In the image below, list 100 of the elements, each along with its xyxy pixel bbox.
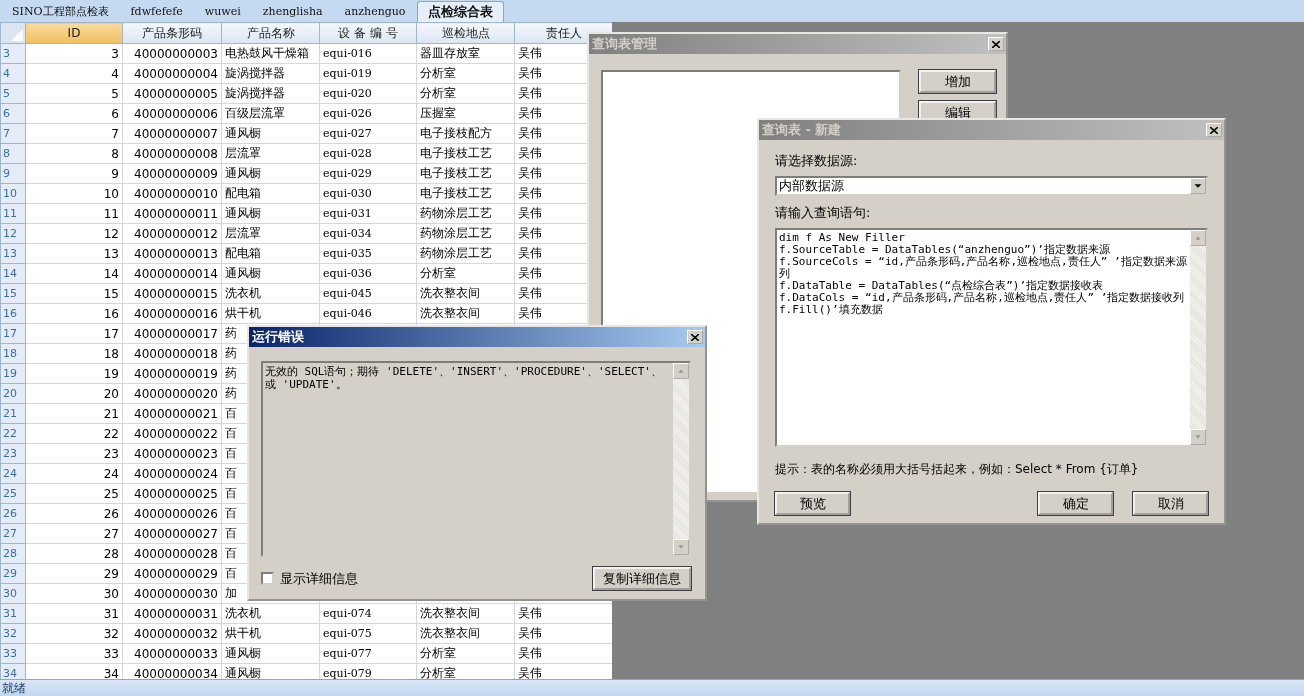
table-cell: equi-019 [319, 63, 417, 84]
table-cell: 分析室 [416, 83, 515, 104]
table-cell: 电子接枝工艺 [416, 143, 515, 164]
row-number: 28 [0, 543, 26, 564]
sheet-tab[interactable]: 点检综合表 [417, 1, 505, 22]
row-number: 9 [0, 163, 26, 184]
table-cell: 40000000009 [122, 163, 222, 184]
column-header[interactable]: 产品名称 [221, 22, 320, 44]
row-number: 7 [0, 123, 26, 144]
close-button[interactable] [687, 330, 703, 344]
table-cell: 电子接枝工艺 [416, 163, 515, 184]
table-cell: equi-031 [319, 203, 417, 224]
table-cell: 40000000022 [122, 423, 222, 444]
table-cell: 25 [25, 483, 123, 504]
table-cell: 配电箱 [221, 243, 320, 264]
row-number: 26 [0, 503, 26, 524]
table-cell: 31 [25, 603, 123, 624]
table-cell: 40000000005 [122, 83, 222, 104]
table-cell: equi-027 [319, 123, 417, 144]
table-cell: 40000000021 [122, 403, 222, 424]
table-cell: 23 [25, 443, 123, 464]
table-cell: 通风橱 [221, 203, 320, 224]
table-cell: 电热鼓风干燥箱 [221, 43, 320, 64]
table-cell: 16 [25, 303, 123, 324]
close-button[interactable] [988, 37, 1004, 51]
table-cell: 5 [25, 83, 123, 104]
table-cell: 40000000027 [122, 523, 222, 544]
table-cell: 洗衣整衣间 [416, 603, 515, 624]
table-cell: 40000000026 [122, 503, 222, 524]
table-cell: equi-046 [319, 303, 417, 324]
select-all-corner[interactable] [0, 22, 26, 44]
dialog-button[interactable]: 确定 [1038, 492, 1113, 515]
table-cell: 19 [25, 363, 123, 384]
table-cell: 通风橱 [221, 123, 320, 144]
dialog-button[interactable]: 取消 [1133, 492, 1208, 515]
sheet-tab[interactable]: wuwei [194, 2, 251, 22]
column-header[interactable]: ID [25, 22, 123, 44]
table-cell: 电子接枝配方 [416, 123, 515, 144]
corner-triangle-icon [11, 29, 23, 41]
scrollbar[interactable] [673, 363, 689, 555]
sheet-tab[interactable]: fdwfefefe [120, 2, 193, 22]
table-cell: 洗衣整衣间 [416, 303, 515, 324]
table-cell: 40000000031 [122, 603, 222, 624]
row-number: 32 [0, 623, 26, 644]
source-dropdown[interactable]: 内部数据源 [775, 176, 1208, 196]
table-cell: 40000000032 [122, 623, 222, 644]
table-cell: equi-020 [319, 83, 417, 104]
row-number: 5 [0, 83, 26, 104]
table-cell: 配电箱 [221, 183, 320, 204]
row-number: 13 [0, 243, 26, 264]
close-icon [691, 333, 699, 341]
table-cell: 40000000008 [122, 143, 222, 164]
table-cell: 11 [25, 203, 123, 224]
dialog-button[interactable]: 增加 [919, 70, 996, 93]
row-number: 19 [0, 363, 26, 384]
table-cell: 40000000010 [122, 183, 222, 204]
table-cell: 40000000006 [122, 103, 222, 124]
table-cell: 18 [25, 343, 123, 364]
column-header[interactable]: 巡检地点 [416, 22, 515, 44]
table-cell: 通风橱 [221, 263, 320, 284]
table-cell: 7 [25, 123, 123, 144]
table-cell: 14 [25, 263, 123, 284]
column-header[interactable]: 设 备 编 号 [319, 22, 417, 44]
table-cell: 百级层流罩 [221, 103, 320, 124]
table-cell: equi-077 [319, 643, 417, 664]
row-number: 12 [0, 223, 26, 244]
sheet-tab[interactable]: zhenglisha [252, 2, 333, 22]
row-number: 14 [0, 263, 26, 284]
status-text: 就绪 [2, 679, 26, 696]
row-number: 11 [0, 203, 26, 224]
copy-button[interactable]: 复制详细信息 [593, 567, 691, 590]
table-cell: equi-030 [319, 183, 417, 204]
table-cell: 40000000018 [122, 343, 222, 364]
row-number: 33 [0, 643, 26, 664]
table-cell: equi-035 [319, 243, 417, 264]
table-cell: 40000000004 [122, 63, 222, 84]
table-cell: equi-036 [319, 263, 417, 284]
table-cell: 40000000011 [122, 203, 222, 224]
table-cell: 40000000014 [122, 263, 222, 284]
table-cell: 27 [25, 523, 123, 544]
row-number: 29 [0, 563, 26, 584]
table-cell: 40000000029 [122, 563, 222, 584]
scroll-up-icon[interactable] [673, 363, 689, 379]
table-cell: 33 [25, 643, 123, 664]
column-header[interactable]: 产品条形码 [122, 22, 222, 44]
table-cell: 烘干机 [221, 623, 320, 644]
scroll-down-icon[interactable] [673, 539, 689, 555]
table-cell: 29 [25, 563, 123, 584]
dialog-button[interactable]: 预览 [775, 492, 850, 515]
checkbox[interactable] [261, 572, 274, 585]
table-cell: 32 [25, 623, 123, 644]
close-button[interactable] [1206, 123, 1222, 137]
sheet-tab[interactable]: anzhenguo [334, 2, 416, 22]
sheet-tab[interactable]: SINO工程部点检表 [2, 2, 119, 22]
table-cell: 20 [25, 383, 123, 404]
table-cell: 器皿存放室 [416, 43, 515, 64]
row-number: 25 [0, 483, 26, 504]
table-cell: 40000000013 [122, 243, 222, 264]
table-cell: 药物涂层工艺 [416, 243, 515, 264]
table-cell: 24 [25, 463, 123, 484]
